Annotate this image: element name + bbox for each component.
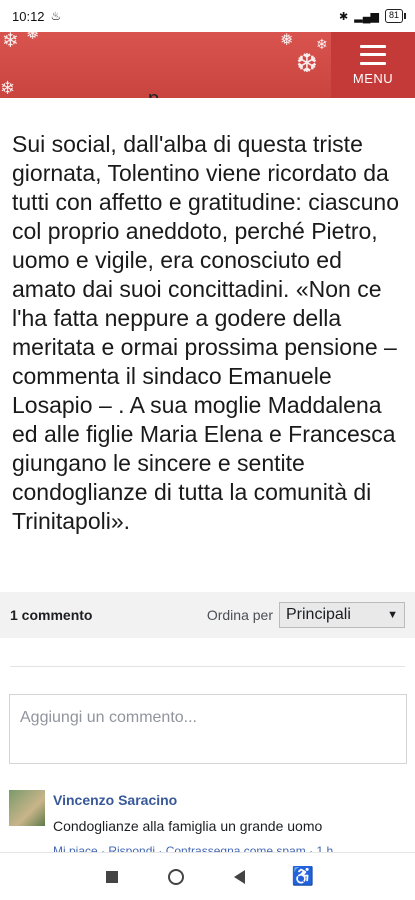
notification-icon: ♨ — [50, 9, 62, 23]
home-button[interactable] — [164, 865, 188, 889]
back-button[interactable] — [227, 865, 251, 889]
circle-icon — [167, 868, 184, 885]
avatar[interactable] — [9, 790, 45, 826]
menu-label: MENU — [352, 70, 394, 86]
comment-text: Condoglianze alla famiglia un grande uom… — [53, 818, 323, 834]
menu-button[interactable]: MENU — [331, 32, 415, 98]
sort-control: Ordina per Principali ▼ — [207, 602, 405, 628]
snowflake-icon: ❄ — [2, 32, 19, 52]
sort-value: Principali — [286, 606, 351, 623]
battery-icon: 81 — [384, 9, 407, 23]
comment-author[interactable]: Vincenzo Saracino — [53, 792, 177, 808]
system-nav-bar: ♿ — [0, 852, 415, 900]
sort-label: Ordina per — [206, 607, 273, 623]
bluetooth-icon: ✱ — [339, 10, 349, 23]
status-time: 10:12 — [12, 8, 45, 24]
back-arrow-icon — [233, 869, 245, 884]
article-fragment: p — [148, 88, 159, 98]
status-bar: 10:12 ♨ ✱ ▂▄▆ 81 — [0, 0, 415, 32]
snowflake-icon: ❄ — [0, 78, 16, 98]
sort-select[interactable]: Principali ▼ — [279, 602, 405, 628]
signal-icon: ▂▄▆ — [354, 10, 379, 23]
accessibility-icon: ♿ — [291, 866, 315, 886]
comments-header: 1 commento Ordina per Principali ▼ — [0, 592, 415, 638]
snowflake-icon: ❄ — [316, 36, 328, 52]
comments-count: 1 commento — [10, 607, 93, 623]
comment-input[interactable]: Aggiungi un commento... — [9, 694, 407, 764]
site-header: ❄ ❅ ❄ ❅ ❆ ❄ p MENU — [0, 32, 415, 98]
accessibility-button[interactable]: ♿ — [291, 865, 315, 889]
status-icons: ✱ ▂▄▆ 81 — [339, 9, 407, 23]
snowflake-icon: ❅ — [26, 32, 40, 43]
dropdown-arrow-icon: ▼ — [387, 609, 398, 621]
snowflake-icon: ❆ — [296, 48, 318, 78]
recents-button[interactable] — [100, 865, 124, 889]
snowflake-icon: ❅ — [280, 32, 294, 49]
divider — [10, 666, 405, 667]
article-body: Sui social, dall'alba di questa triste g… — [12, 131, 399, 534]
hamburger-icon — [360, 44, 386, 65]
square-icon — [105, 870, 118, 883]
